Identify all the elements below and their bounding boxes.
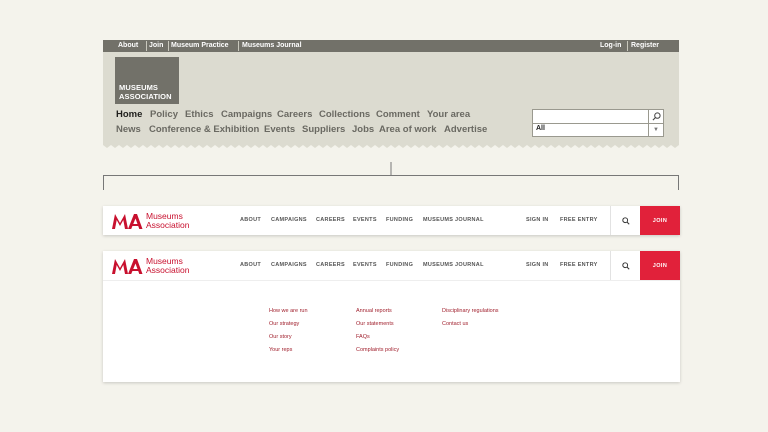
search-icon [621, 216, 630, 225]
site-header: Museums Association ABOUT CAMPAIGNS CARE… [103, 251, 680, 280]
nav-campaigns[interactable]: CAMPAIGNS [271, 217, 307, 223]
nav-funding[interactable]: FUNDING [386, 217, 413, 223]
old-logo-line-2: ASSOCIATION [119, 92, 172, 101]
old-top-link-museums-journal[interactable]: Museums Journal [242, 40, 302, 52]
comparison-bracket [103, 162, 679, 190]
ma-logo-icon[interactable] [111, 257, 143, 275]
menu-link-annual-reports[interactable]: Annual reports [356, 308, 392, 314]
menu-link-contact-us[interactable]: Contact us [442, 321, 468, 327]
menu-link-our-statements[interactable]: Our statements [356, 321, 394, 327]
site-name-line-2: Association [146, 220, 190, 230]
torn-edge [103, 143, 679, 148]
nav-free-entry[interactable]: FREE ENTRY [560, 217, 598, 223]
old-nav-area-of-work[interactable]: Area of work [379, 124, 437, 136]
old-top-link-register[interactable]: Register [631, 40, 659, 52]
search-icon [621, 261, 630, 270]
old-nav-your-area[interactable]: Your area [427, 109, 470, 121]
divider [168, 41, 169, 51]
chevron-down-icon[interactable]: ▼ [648, 124, 663, 136]
search-icon [652, 112, 661, 121]
join-button[interactable]: JOIN [640, 251, 680, 280]
ma-logo-icon[interactable] [111, 212, 143, 230]
nav-careers[interactable]: CAREERS [316, 217, 345, 223]
old-nav-home[interactable]: Home [116, 109, 142, 121]
old-logo-line-1: MUSEUMS [119, 83, 159, 92]
search-button[interactable] [610, 251, 640, 280]
old-nav-advertise[interactable]: Advertise [444, 124, 487, 136]
old-top-link-join[interactable]: Join [149, 40, 163, 52]
old-top-link-about[interactable]: About [118, 40, 138, 52]
old-site-header: About Join Museum Practice Museums Journ… [103, 40, 679, 144]
old-nav-policy[interactable]: Policy [150, 109, 178, 121]
about-dropdown-menu: How we are run Our strategy Our story Yo… [103, 280, 680, 382]
old-museums-association-logo[interactable]: MUSEUMS ASSOCIATION [115, 57, 179, 104]
old-search-input[interactable] [533, 110, 663, 124]
nav-free-entry[interactable]: FREE ENTRY [560, 262, 598, 268]
old-nav-careers[interactable]: Careers [277, 109, 312, 121]
menu-link-how-we-are-run[interactable]: How we are run [269, 308, 308, 314]
nav-museums-journal[interactable]: MUSEUMS JOURNAL [423, 217, 484, 223]
divider [146, 41, 147, 51]
old-nav-jobs[interactable]: Jobs [352, 124, 374, 136]
old-nav-ethics[interactable]: Ethics [185, 109, 214, 121]
search-button[interactable] [610, 206, 640, 235]
old-nav-campaigns[interactable]: Campaigns [221, 109, 272, 121]
old-nav-collections[interactable]: Collections [319, 109, 370, 121]
new-site-header-with-menu: Museums Association ABOUT CAMPAIGNS CARE… [103, 251, 680, 382]
nav-events[interactable]: EVENTS [353, 262, 377, 268]
site-name[interactable]: Museums Association [146, 257, 189, 275]
old-nav-events[interactable]: Events [264, 124, 295, 136]
divider [627, 41, 628, 51]
menu-link-complaints-policy[interactable]: Complaints policy [356, 347, 399, 353]
old-search-button[interactable] [648, 110, 663, 123]
new-site-header: Museums Association ABOUT CAMPAIGNS CARE… [103, 206, 680, 235]
site-name-line-2: Association [146, 265, 190, 275]
old-topbar: About Join Museum Practice Museums Journ… [103, 40, 679, 52]
menu-link-our-story[interactable]: Our story [269, 334, 292, 340]
old-nav-suppliers[interactable]: Suppliers [302, 124, 345, 136]
menu-link-our-strategy[interactable]: Our strategy [269, 321, 299, 327]
menu-link-disciplinary-regulations[interactable]: Disciplinary regulations [442, 308, 499, 314]
old-nav-conference[interactable]: Conference & Exhibition [149, 124, 259, 136]
old-top-link-login[interactable]: Log-in [600, 40, 621, 52]
nav-museums-journal[interactable]: MUSEUMS JOURNAL [423, 262, 484, 268]
old-top-link-museum-practice[interactable]: Museum Practice [171, 40, 229, 52]
nav-about[interactable]: ABOUT [240, 262, 261, 268]
nav-careers[interactable]: CAREERS [316, 262, 345, 268]
join-button[interactable]: JOIN [640, 206, 680, 235]
old-search-form: All ▼ [532, 109, 664, 137]
nav-sign-in[interactable]: SIGN IN [526, 262, 549, 268]
nav-events[interactable]: EVENTS [353, 217, 377, 223]
nav-campaigns[interactable]: CAMPAIGNS [271, 262, 307, 268]
old-nav-comment[interactable]: Comment [376, 109, 420, 121]
nav-about[interactable]: ABOUT [240, 217, 261, 223]
menu-link-your-reps[interactable]: Your reps [269, 347, 292, 353]
nav-funding[interactable]: FUNDING [386, 262, 413, 268]
old-nav-news[interactable]: News [116, 124, 141, 136]
site-name[interactable]: Museums Association [146, 212, 189, 230]
site-header: Museums Association ABOUT CAMPAIGNS CARE… [103, 206, 680, 235]
divider [238, 41, 239, 51]
nav-sign-in[interactable]: SIGN IN [526, 217, 549, 223]
old-search-scope-select[interactable]: All [536, 125, 545, 132]
menu-link-faqs[interactable]: FAQs [356, 334, 370, 340]
